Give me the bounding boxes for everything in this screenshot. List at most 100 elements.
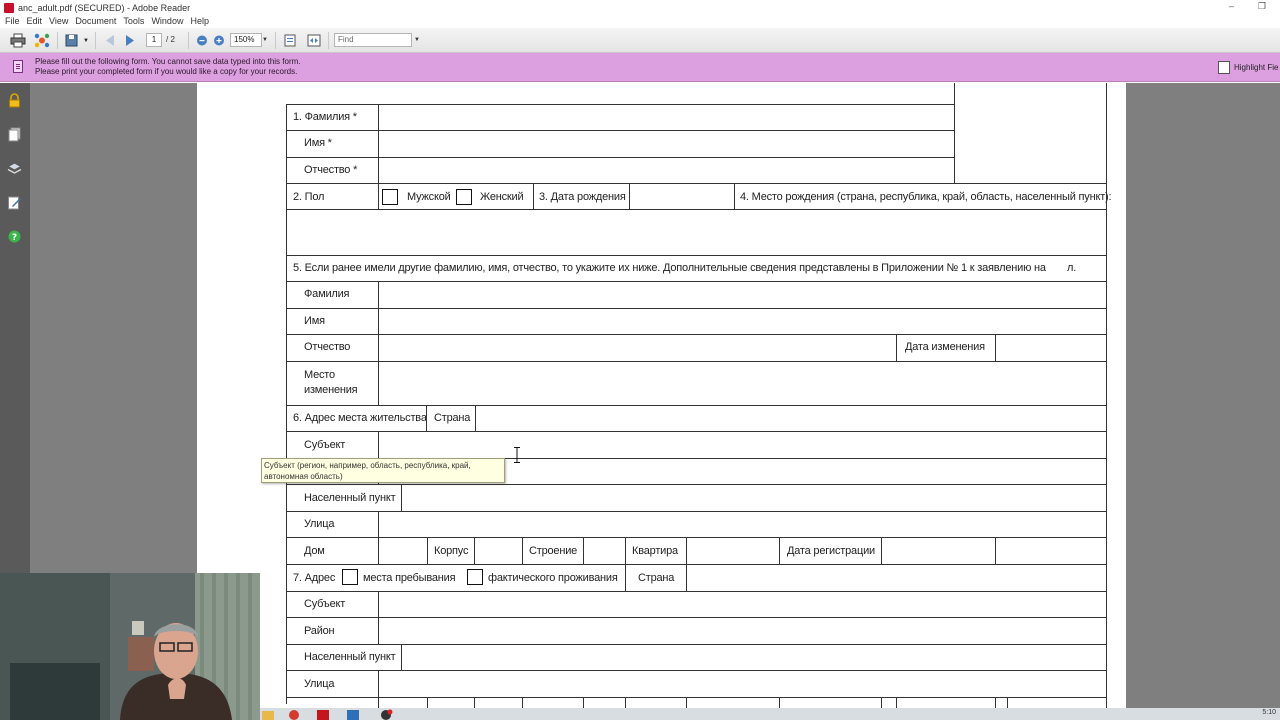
birthdate-field[interactable] <box>630 184 733 209</box>
help-icon[interactable]: ? <box>7 229 22 244</box>
chevron-down-icon[interactable]: ▼ <box>83 38 89 44</box>
lock-icon[interactable] <box>7 93 22 108</box>
locality7-label: Населенный пункт <box>304 651 396 663</box>
taskbar-apps[interactable] <box>260 708 400 720</box>
surname-label: 1. Фамилия * <box>293 111 357 123</box>
locality-field[interactable] <box>402 485 1106 510</box>
menu-edit[interactable]: Edit <box>25 15 48 28</box>
surname-field[interactable] <box>379 105 954 130</box>
sign-icon[interactable] <box>7 195 22 210</box>
zoom-level-input[interactable]: 150% <box>230 33 262 47</box>
country7-label: Страна <box>638 572 675 584</box>
female-checkbox[interactable] <box>456 189 472 205</box>
subject-field[interactable] <box>379 432 1106 457</box>
appendix-pages-field[interactable] <box>1033 260 1063 278</box>
find-input[interactable]: Find <box>334 33 412 47</box>
page-total: / 2 <box>166 35 175 44</box>
patronymic-label: Отчество * <box>304 164 358 176</box>
pages-icon[interactable] <box>7 127 22 142</box>
divider <box>954 83 955 104</box>
field-tooltip: Субъект (регион, например, область, респ… <box>261 458 505 483</box>
webcam-overlay <box>0 573 260 720</box>
title-bar: anc_adult.pdf (SECURED) - Adobe Reader –… <box>0 0 1280 15</box>
building-field[interactable] <box>584 538 624 563</box>
stay-place-checkbox[interactable] <box>342 569 358 585</box>
change-place-label-1: Место <box>304 369 335 381</box>
zoom-out-icon[interactable] <box>194 33 210 48</box>
name-label: Имя * <box>304 137 332 149</box>
korpus-field[interactable] <box>475 538 522 563</box>
prev-page-icon[interactable] <box>102 33 118 48</box>
svg-text:?: ? <box>12 233 17 243</box>
street7-field[interactable] <box>379 671 1106 696</box>
house-label: Дом <box>304 545 325 557</box>
taskbar: 5:10 <box>260 708 1280 720</box>
apartment-field[interactable] <box>687 538 778 563</box>
find-dropdown-icon[interactable]: ▼ <box>414 37 420 43</box>
divider <box>286 255 1107 256</box>
house-field[interactable] <box>379 538 427 563</box>
divider <box>995 537 996 564</box>
country7-field[interactable] <box>687 565 1106 590</box>
locality7-field[interactable] <box>402 645 1106 670</box>
zoom-in-icon[interactable] <box>211 33 227 48</box>
prev-name-field[interactable] <box>379 309 1106 334</box>
toolbar-separator <box>57 32 58 49</box>
divider <box>1106 183 1107 713</box>
registration-date-field[interactable] <box>882 538 994 563</box>
fit-page-icon[interactable] <box>282 33 298 48</box>
district7-field[interactable] <box>379 618 1106 643</box>
presenter-video <box>0 573 260 720</box>
divider <box>378 281 379 405</box>
change-date-field[interactable] <box>996 335 1106 360</box>
birthplace-field[interactable] <box>287 210 1105 254</box>
birthplace-label: 4. Место рождения (страна, республика, к… <box>740 191 1112 203</box>
menu-help[interactable]: Help <box>188 15 214 28</box>
collaborate-icon[interactable] <box>34 33 50 48</box>
menu-bar: File Edit View Document Tools Window Hel… <box>0 15 1280 28</box>
save-icon[interactable] <box>64 33 80 48</box>
menu-tools[interactable]: Tools <box>121 15 149 28</box>
menu-file[interactable]: File <box>3 15 25 28</box>
text-cursor-icon <box>514 447 520 463</box>
menu-window[interactable]: Window <box>149 15 188 28</box>
next-page-icon[interactable] <box>122 33 138 48</box>
male-checkbox[interactable] <box>382 189 398 205</box>
print-icon[interactable] <box>10 33 26 48</box>
adobe-reader-icon <box>4 2 14 13</box>
divider <box>426 405 427 432</box>
form-message-bar: Please fill out the following form. You … <box>0 53 1280 82</box>
menu-document[interactable]: Document <box>73 15 121 28</box>
country-field[interactable] <box>476 406 1106 431</box>
highlight-fields-button[interactable]: Highlight Fie <box>1218 59 1278 75</box>
menu-view[interactable]: View <box>47 15 73 28</box>
prev-surname-field[interactable] <box>379 282 1106 307</box>
window-controls: – ❐ <box>1229 1 1266 12</box>
fit-width-icon[interactable] <box>306 33 322 48</box>
divider <box>779 537 780 564</box>
divider <box>734 183 735 210</box>
patronymic-field[interactable] <box>379 158 954 183</box>
name-field[interactable] <box>379 131 954 156</box>
address7-label: 7. Адрес <box>293 572 336 584</box>
korpus-label: Корпус <box>434 545 469 557</box>
sex-label: 2. Пол <box>293 191 325 203</box>
zoom-dropdown-icon[interactable]: ▼ <box>262 37 268 43</box>
divider <box>286 697 1107 698</box>
minimize-button[interactable]: – <box>1229 1 1234 12</box>
street-field[interactable] <box>379 512 1106 537</box>
subject7-field[interactable] <box>379 592 1106 617</box>
restore-button[interactable]: ❐ <box>1258 1 1266 12</box>
male-label: Мужской <box>407 191 451 203</box>
toolbar-separator <box>95 32 96 49</box>
actual-residence-checkbox[interactable] <box>467 569 483 585</box>
page-number-input[interactable]: 1 <box>146 33 162 47</box>
layers-icon[interactable] <box>6 161 23 176</box>
street-label: Улица <box>304 518 335 530</box>
pdf-page: 1. Фамилия * Имя * Отчество * 2. Пол Муж… <box>197 83 1126 713</box>
message-line-1: Please fill out the following form. You … <box>35 57 301 66</box>
toolbar-separator <box>275 32 276 49</box>
highlight-fields-label: Highlight Fie <box>1234 62 1279 72</box>
change-place-field[interactable] <box>379 362 1106 404</box>
prev-patronymic-field[interactable] <box>379 335 895 360</box>
